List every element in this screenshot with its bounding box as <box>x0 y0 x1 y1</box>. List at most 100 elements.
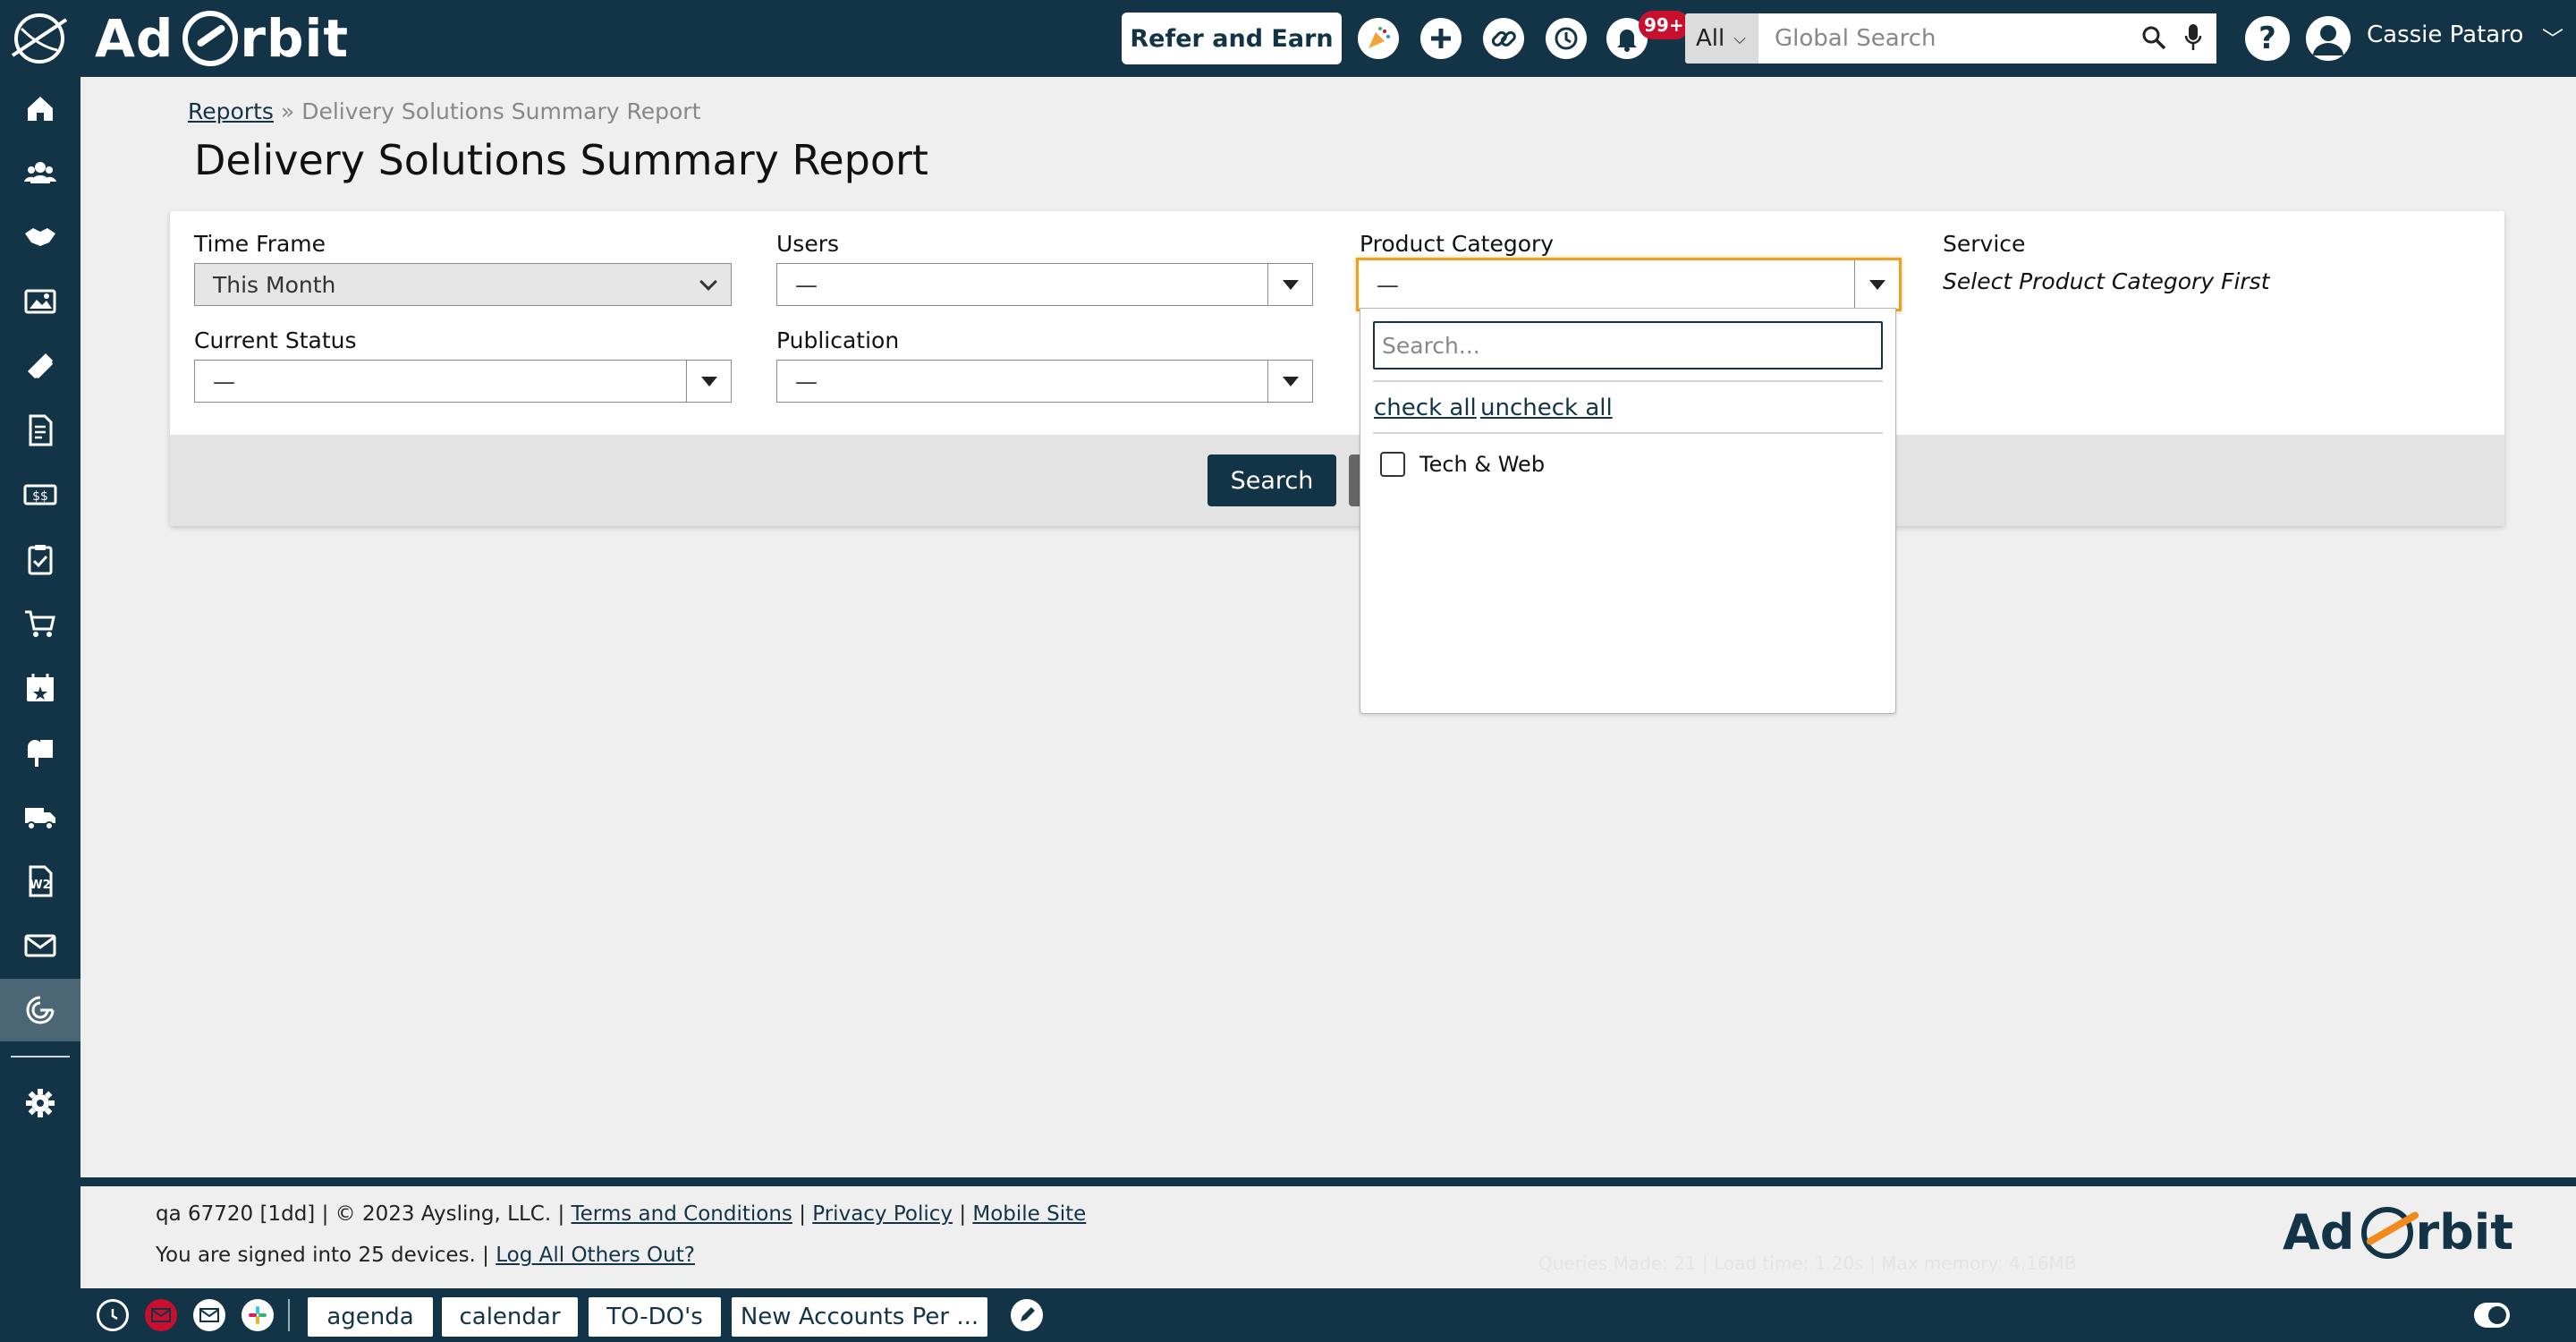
users-label: Users <box>776 231 840 257</box>
users-select[interactable]: — <box>776 263 1313 306</box>
sidebar-item-billing[interactable]: $$ <box>0 463 80 526</box>
user-name[interactable]: Cassie Pataro <box>2367 21 2523 48</box>
sidebar-item-invoices[interactable] <box>0 399 80 462</box>
footer-sep: | <box>557 1202 565 1226</box>
refer-and-earn-button[interactable]: Refer and Earn <box>1122 13 1342 64</box>
caret-down-icon[interactable] <box>1854 260 1899 309</box>
breadcrumb-reports-link[interactable]: Reports <box>188 98 274 124</box>
card-footer <box>170 435 2504 526</box>
product-category-dropdown: check all uncheck all Tech & Web <box>1360 308 1896 714</box>
history-icon[interactable] <box>1546 18 1587 59</box>
sidebar-item-contacts[interactable] <box>0 141 80 204</box>
copyright: © 2023 Aysling, LLC. <box>335 1202 552 1226</box>
svg-text:W2: W2 <box>30 879 50 892</box>
footer-devices: You are signed into 25 devices. | Log Al… <box>156 1244 695 1267</box>
product-category-value: — <box>1377 271 1399 298</box>
svg-text:$$: $$ <box>32 489 48 504</box>
check-all-link[interactable]: check all <box>1374 395 1477 421</box>
sidebar-item-settings[interactable] <box>0 1072 80 1134</box>
tab-todos[interactable]: TO-DO's <box>589 1297 721 1337</box>
chevron-down-icon <box>686 264 731 305</box>
link-icon[interactable] <box>1483 18 1524 59</box>
uncheck-all-link[interactable]: uncheck all <box>1480 395 1613 421</box>
brand-logo[interactable]: Ad rbit <box>95 7 349 70</box>
footer-sep: | <box>321 1202 329 1226</box>
tab-new-accounts[interactable]: New Accounts Per ... <box>732 1297 987 1337</box>
clock-icon[interactable] <box>97 1299 129 1331</box>
sidebar-item-w2[interactable]: W2 <box>0 850 80 913</box>
sidebar-item-delivery[interactable] <box>0 786 80 848</box>
caret-down-icon[interactable] <box>686 361 731 402</box>
time-frame-label: Time Frame <box>194 231 326 257</box>
edit-icon[interactable] <box>1011 1299 1043 1331</box>
sidebar-divider <box>11 1056 70 1057</box>
log-others-out-link[interactable]: Log All Others Out? <box>496 1244 695 1267</box>
sidebar-item-orders[interactable] <box>0 592 80 655</box>
add-icon[interactable] <box>1420 18 1462 59</box>
sidebar-item-events[interactable] <box>0 657 80 719</box>
search-scope-select[interactable]: All ⌵ <box>1685 13 1758 64</box>
search-icon[interactable] <box>2141 25 2166 50</box>
footer-logo-left: Ad <box>2283 1204 2355 1261</box>
help-icon[interactable]: ? <box>2245 16 2290 61</box>
toggle-icon[interactable] <box>2474 1303 2510 1328</box>
sidebar-item-deals[interactable] <box>0 206 80 268</box>
breadcrumb-separator: » <box>280 98 295 124</box>
money-icon: $$ <box>23 484 57 505</box>
dropdown-option[interactable]: Tech & Web <box>1380 452 1545 477</box>
home-icon <box>28 97 53 121</box>
avatar[interactable] <box>2306 16 2351 61</box>
truck-icon <box>25 808 55 830</box>
product-category-label: Product Category <box>1360 231 1555 257</box>
ticket-icon <box>28 353 53 378</box>
privacy-link[interactable]: Privacy Policy <box>812 1202 953 1226</box>
caret-down-icon[interactable] <box>1267 361 1312 402</box>
sidebar-item-home[interactable] <box>0 77 80 140</box>
sidebar-item-mailbox[interactable] <box>0 721 80 784</box>
mobile-site-link[interactable]: Mobile Site <box>972 1202 1086 1226</box>
terms-link[interactable]: Terms and Conditions <box>572 1202 792 1226</box>
service-note: Select Product Category First <box>1943 268 2270 294</box>
publication-label: Publication <box>776 327 900 353</box>
service-label: Service <box>1943 231 2026 257</box>
sidebar-item-reports[interactable] <box>0 979 80 1041</box>
footer-sep: | <box>482 1244 489 1267</box>
devices-text: You are signed into 25 devices. <box>156 1244 476 1267</box>
publication-select[interactable]: — <box>776 360 1313 403</box>
top-bar: Ad rbit Refer and Earn 99+ All ⌵ ? Cassi… <box>0 0 2576 77</box>
footer-sep: | <box>959 1202 967 1226</box>
sidebar-item-tasks[interactable] <box>0 528 80 590</box>
search-button[interactable]: Search <box>1208 454 1336 506</box>
party-icon[interactable] <box>1358 18 1399 59</box>
breadcrumb-current: Delivery Solutions Summary Report <box>301 98 701 124</box>
slack-icon[interactable] <box>242 1299 274 1331</box>
product-category-select[interactable]: — <box>1356 258 1902 311</box>
envelope-icon <box>24 934 56 957</box>
microphone-icon[interactable] <box>2184 23 2202 52</box>
message-icon[interactable] <box>193 1299 225 1331</box>
bottom-bar: agenda calendar TO-DO's New Accounts Per… <box>80 1288 2576 1342</box>
tab-calendar[interactable]: calendar <box>442 1297 578 1337</box>
sidebar-item-tickets[interactable] <box>0 335 80 397</box>
chevron-down-icon[interactable]: ﹀ <box>2542 21 2563 53</box>
option-checkbox[interactable] <box>1380 452 1405 477</box>
current-status-select[interactable]: — <box>194 360 732 403</box>
document-icon <box>29 414 53 446</box>
dropdown-divider <box>1373 432 1883 434</box>
publication-value: — <box>795 368 818 395</box>
mailbox-icon <box>28 740 53 767</box>
reports-icon <box>26 996 55 1024</box>
globe-logo-icon[interactable] <box>9 11 70 66</box>
time-frame-select[interactable]: This Month <box>194 263 732 306</box>
dropdown-search-input[interactable] <box>1373 321 1883 369</box>
sidebar-item-media[interactable] <box>0 270 80 333</box>
sidebar-item-email[interactable] <box>0 914 80 977</box>
bottom-bar-divider <box>288 1299 290 1331</box>
tab-agenda[interactable]: agenda <box>308 1297 433 1337</box>
caret-down-icon[interactable] <box>1267 264 1312 305</box>
filter-card: Time Frame This Month Users — Product Ca… <box>170 211 2504 526</box>
current-status-value: — <box>213 368 235 395</box>
users-icon <box>24 162 56 183</box>
mail-icon[interactable] <box>145 1299 177 1331</box>
cart-icon <box>25 610 55 637</box>
